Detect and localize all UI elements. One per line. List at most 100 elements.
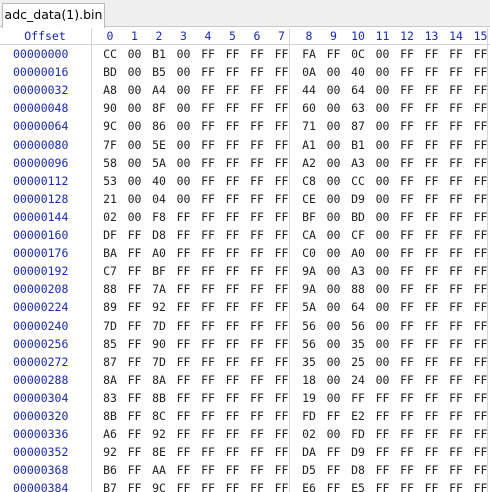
byte-cell[interactable]: FF	[444, 389, 468, 407]
byte-cell[interactable]: 00	[371, 353, 395, 371]
byte-cell[interactable]: FF	[395, 461, 419, 479]
byte-cell[interactable]: 00	[371, 244, 395, 262]
byte-cell[interactable]: FF	[444, 172, 468, 190]
byte-cell[interactable]: 00	[322, 226, 346, 244]
byte-cell[interactable]: 00	[172, 136, 196, 154]
byte-cell[interactable]: FF	[270, 425, 294, 443]
byte-cell[interactable]: 56	[297, 317, 321, 335]
byte-cell[interactable]: FF	[172, 353, 196, 371]
byte-cell[interactable]: FF	[444, 99, 468, 117]
byte-cell[interactable]: 00	[172, 154, 196, 172]
byte-cell[interactable]: FF	[123, 479, 147, 492]
byte-cell[interactable]: FF	[270, 117, 294, 135]
byte-cell[interactable]: 8B	[147, 389, 171, 407]
byte-cell[interactable]: 90	[98, 99, 122, 117]
byte-cell[interactable]: FF	[395, 226, 419, 244]
byte-cell[interactable]: 00	[322, 190, 346, 208]
byte-cell[interactable]: FF	[172, 443, 196, 461]
byte-cell[interactable]: 19	[297, 389, 321, 407]
byte-cell[interactable]: 00	[123, 190, 147, 208]
byte-cell[interactable]: FF	[245, 244, 269, 262]
byte-cell[interactable]: 00	[371, 99, 395, 117]
byte-cell[interactable]: 00	[322, 280, 346, 298]
byte-cell[interactable]: FF	[395, 335, 419, 353]
byte-cell[interactable]: A6	[98, 425, 122, 443]
byte-cell[interactable]: FF	[172, 407, 196, 425]
byte-cell[interactable]: FF	[395, 45, 419, 63]
byte-cell[interactable]: FF	[444, 63, 468, 81]
byte-cell[interactable]: FF	[420, 461, 444, 479]
byte-cell[interactable]: FF	[444, 479, 468, 492]
byte-cell[interactable]: 58	[98, 154, 122, 172]
byte-cell[interactable]: A0	[346, 244, 370, 262]
byte-cell[interactable]: FF	[196, 335, 220, 353]
byte-cell[interactable]: 00	[123, 99, 147, 117]
byte-cell[interactable]: FF	[270, 389, 294, 407]
byte-cell[interactable]: FF	[245, 99, 269, 117]
byte-cell[interactable]: 00	[322, 99, 346, 117]
byte-cell[interactable]: FF	[469, 154, 490, 172]
byte-cell[interactable]: FF	[395, 425, 419, 443]
byte-cell[interactable]: 00	[322, 335, 346, 353]
byte-cell[interactable]: 00	[322, 63, 346, 81]
byte-cell[interactable]: FF	[221, 190, 245, 208]
byte-cell[interactable]: FF	[172, 280, 196, 298]
byte-cell[interactable]: 64	[346, 298, 370, 316]
byte-cell[interactable]: FF	[196, 99, 220, 117]
byte-cell[interactable]: 60	[297, 99, 321, 117]
byte-cell[interactable]: 40	[147, 172, 171, 190]
byte-cell[interactable]: 18	[297, 371, 321, 389]
byte-cell[interactable]: 04	[147, 190, 171, 208]
byte-cell[interactable]: FF	[270, 45, 294, 63]
byte-cell[interactable]: 00	[371, 63, 395, 81]
byte-cell[interactable]: FF	[221, 479, 245, 492]
byte-cell[interactable]: CC	[346, 172, 370, 190]
byte-cell[interactable]: FD	[297, 407, 321, 425]
byte-cell[interactable]: FF	[245, 298, 269, 316]
byte-cell[interactable]: FF	[371, 389, 395, 407]
byte-cell[interactable]: 56	[346, 317, 370, 335]
byte-cell[interactable]: FF	[245, 262, 269, 280]
byte-cell[interactable]: 9A	[297, 280, 321, 298]
byte-cell[interactable]: 00	[322, 298, 346, 316]
byte-cell[interactable]: FF	[420, 45, 444, 63]
byte-cell[interactable]: FF	[395, 353, 419, 371]
byte-cell[interactable]: FF	[444, 154, 468, 172]
byte-cell[interactable]: 00	[371, 335, 395, 353]
byte-cell[interactable]: FF	[221, 172, 245, 190]
byte-cell[interactable]: 00	[322, 244, 346, 262]
byte-cell[interactable]: FF	[172, 425, 196, 443]
byte-cell[interactable]: 88	[346, 280, 370, 298]
byte-cell[interactable]: FF	[322, 479, 346, 492]
byte-cell[interactable]: FF	[221, 389, 245, 407]
byte-cell[interactable]: FF	[221, 298, 245, 316]
byte-cell[interactable]: 92	[98, 443, 122, 461]
byte-cell[interactable]: FF	[270, 461, 294, 479]
byte-cell[interactable]: FF	[270, 262, 294, 280]
byte-cell[interactable]: FF	[469, 190, 490, 208]
byte-cell[interactable]: FF	[444, 117, 468, 135]
byte-cell[interactable]: FF	[395, 443, 419, 461]
byte-cell[interactable]: FF	[221, 461, 245, 479]
byte-cell[interactable]: 35	[297, 353, 321, 371]
byte-cell[interactable]: FF	[270, 335, 294, 353]
byte-cell[interactable]: 00	[371, 371, 395, 389]
byte-cell[interactable]: FF	[172, 479, 196, 492]
byte-cell[interactable]: 8F	[147, 99, 171, 117]
byte-cell[interactable]: FF	[196, 317, 220, 335]
byte-cell[interactable]: FF	[221, 99, 245, 117]
byte-cell[interactable]: 00	[371, 136, 395, 154]
byte-cell[interactable]: FF	[245, 461, 269, 479]
byte-cell[interactable]: FF	[123, 389, 147, 407]
byte-cell[interactable]: FF	[196, 389, 220, 407]
byte-cell[interactable]: 7D	[98, 317, 122, 335]
byte-cell[interactable]: 71	[297, 117, 321, 135]
byte-cell[interactable]: FF	[395, 190, 419, 208]
byte-cell[interactable]: FF	[469, 335, 490, 353]
byte-cell[interactable]: FF	[444, 298, 468, 316]
byte-cell[interactable]: FF	[196, 407, 220, 425]
byte-cell[interactable]: C7	[98, 262, 122, 280]
byte-cell[interactable]: F8	[147, 208, 171, 226]
byte-cell[interactable]: FF	[270, 190, 294, 208]
byte-cell[interactable]: 5E	[147, 136, 171, 154]
